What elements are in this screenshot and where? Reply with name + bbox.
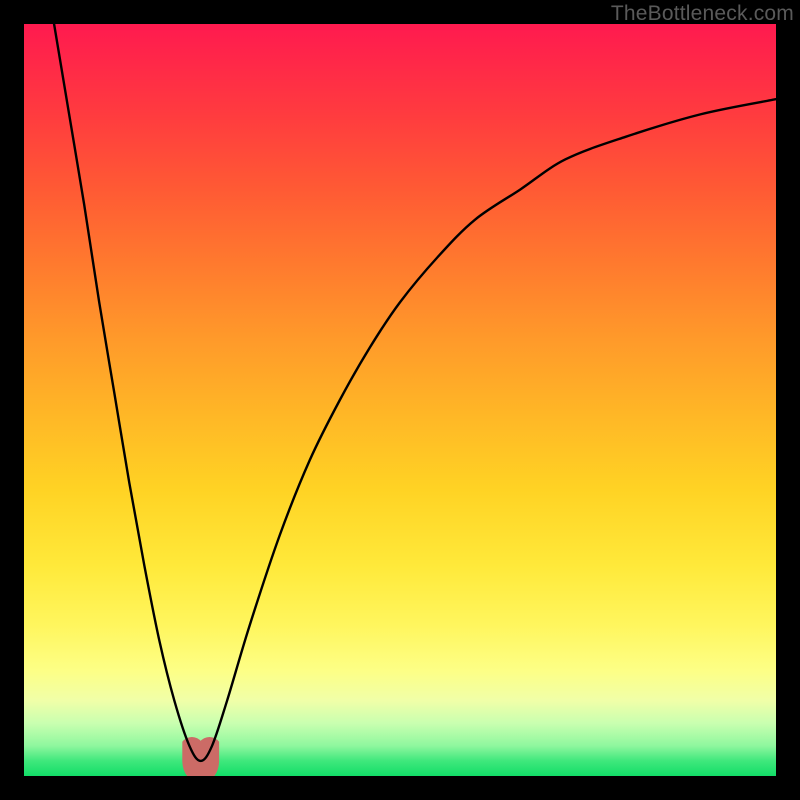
watermark-text: TheBottleneck.com: [611, 2, 794, 26]
chart-frame: TheBottleneck.com: [0, 0, 800, 800]
bottleneck-curve-path: [54, 24, 776, 761]
curve-layer: [24, 24, 776, 776]
plot-area: [24, 24, 776, 776]
